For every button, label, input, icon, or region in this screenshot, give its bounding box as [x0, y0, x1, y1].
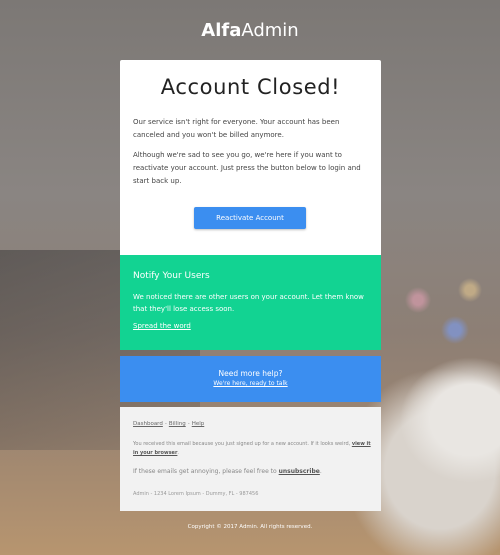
- account-closed-card: Account Closed! Our service isn't right …: [120, 60, 381, 255]
- spread-the-word-link[interactable]: Spread the word: [133, 322, 191, 330]
- footer-notice: You received this email because you just…: [133, 440, 371, 458]
- reactivate-account-button[interactable]: Reactivate Account: [194, 207, 306, 229]
- footer-unsub-end: .: [319, 468, 322, 475]
- footer-separator: -: [187, 421, 190, 427]
- footer-links: Dashboard - Billing - Help: [133, 421, 204, 427]
- footer-address: Admin - 1234 Lorem Ipsum - Dummy, FL - 9…: [133, 491, 259, 497]
- footer-link-help[interactable]: Help: [192, 421, 205, 427]
- notify-title: Notify Your Users: [133, 271, 210, 281]
- notify-body: We noticed there are other users on your…: [133, 293, 364, 313]
- copyright-text: Copyright © 2017 Admin. All rights reser…: [187, 524, 313, 530]
- message-paragraph-1: Our service isn't right for everyone. Yo…: [133, 118, 340, 139]
- brand-logo-rest: Admin: [241, 20, 299, 41]
- brand-logo: AlfaAdmin: [0, 20, 500, 41]
- help-contact-link[interactable]: We're here, ready to talk: [120, 380, 381, 387]
- footer-notice-text: You received this email because you just…: [133, 441, 351, 447]
- page-title: Account Closed!: [160, 75, 341, 99]
- help-panel: Need more help? We're here, ready to tal…: [120, 356, 381, 402]
- email-footer: Dashboard - Billing - Help You received this…: [120, 407, 381, 511]
- message-paragraph-2: Although we're sad to see you go, we're …: [133, 151, 361, 185]
- footer-separator: -: [164, 421, 167, 427]
- unsubscribe-link[interactable]: unsubscribe: [279, 468, 320, 475]
- notify-users-panel: Notify Your Users We noticed there are o…: [120, 255, 381, 350]
- footer-link-billing[interactable]: Billing: [169, 421, 186, 427]
- footer-unsub-text: If these emails get annoying, please fee…: [133, 468, 277, 475]
- brand-logo-bold: Alfa: [201, 20, 242, 41]
- footer-link-dashboard[interactable]: Dashboard: [133, 421, 163, 427]
- footer-unsubscribe-line: If these emails get annoying, please fee…: [133, 468, 322, 475]
- footer-notice-end: .: [177, 450, 180, 456]
- help-title: Need more help?: [218, 369, 283, 378]
